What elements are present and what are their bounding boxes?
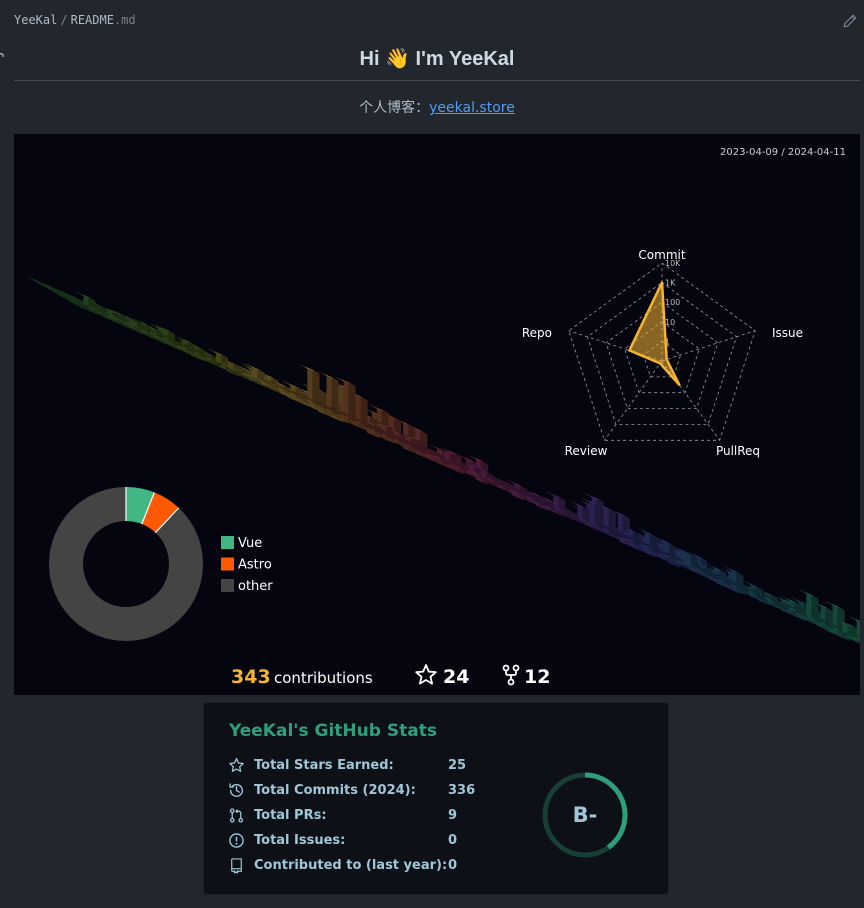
legend-swatch bbox=[221, 557, 234, 571]
stats-title: YeeKal's GitHub Stats bbox=[229, 721, 437, 741]
blog-link[interactable]: yeekal.store bbox=[429, 100, 515, 116]
stat-label: Total Stars Earned: bbox=[254, 758, 394, 773]
title-text-before: Hi bbox=[359, 48, 386, 70]
radar-axis-label: Review bbox=[565, 444, 608, 458]
legend-label: Astro bbox=[238, 558, 272, 573]
donut-slice bbox=[49, 487, 203, 641]
stat-row-commits: Total Commits (2024): 336 bbox=[228, 781, 488, 801]
stat-label: Total PRs: bbox=[254, 808, 327, 823]
radar-scale-label: 1K bbox=[665, 279, 676, 288]
stat-value: 0 bbox=[448, 833, 458, 848]
stat-value: 0 bbox=[448, 858, 458, 873]
stat-row-contributed: Contributed to (last year): 0 bbox=[228, 856, 488, 876]
contributions-label: contributions bbox=[274, 669, 373, 687]
title-text-after: I'm YeeKal bbox=[410, 48, 515, 70]
radar-spoke bbox=[604, 360, 663, 441]
heading-divider bbox=[14, 80, 860, 81]
radar-scale-label: 10 bbox=[665, 318, 675, 327]
file-header: YeeKal / README.md bbox=[0, 0, 864, 40]
stat-value: 336 bbox=[448, 783, 476, 798]
radar-axis-label: PullReq bbox=[716, 444, 760, 458]
contributions-count: 343 bbox=[231, 666, 271, 688]
stat-label: Contributed to (last year): bbox=[254, 858, 448, 873]
github-stats-card: YeeKal's GitHub Stats Total Stars Earned… bbox=[203, 702, 669, 895]
breadcrumb-repo-link[interactable]: YeeKal bbox=[14, 13, 57, 27]
star-icon bbox=[229, 757, 244, 772]
blog-line: 个人博客：yeekal.store bbox=[14, 97, 860, 117]
breadcrumb: YeeKal / README.md bbox=[14, 13, 136, 27]
stars-count: 24 bbox=[443, 666, 469, 688]
legend-label: other bbox=[238, 579, 273, 594]
issue-icon bbox=[229, 833, 244, 848]
stat-value: 9 bbox=[448, 808, 458, 823]
page-title: Hi 👋 I'm YeeKal bbox=[14, 46, 860, 71]
stat-label: Total Commits (2024): bbox=[254, 783, 416, 798]
radar-scale-label: 100 bbox=[665, 298, 680, 307]
contribution-summary: 343 contributions 24 12 bbox=[231, 664, 550, 688]
blog-label: 个人博客： bbox=[359, 100, 430, 116]
radar-axis-label: Repo bbox=[522, 326, 552, 340]
language-legend: Vue Astro other bbox=[221, 536, 273, 594]
history-icon bbox=[229, 783, 244, 797]
breadcrumb-file-ext: .md bbox=[113, 13, 136, 27]
legend-swatch bbox=[221, 579, 234, 592]
activity-radar-chart: 10K1K100101CommitIssuePullReqReviewRepo bbox=[522, 248, 803, 458]
legend-swatch bbox=[221, 536, 234, 549]
stat-row-stars: Total Stars Earned: 25 bbox=[228, 756, 488, 776]
edit-pencil-icon[interactable] bbox=[843, 13, 857, 32]
forks-count: 12 bbox=[524, 666, 550, 688]
breadcrumb-separator: / bbox=[60, 13, 68, 27]
rank-ring: B- bbox=[542, 772, 628, 858]
wave-emoji: 👋 bbox=[385, 48, 410, 70]
language-donut-chart bbox=[49, 487, 203, 641]
rank-grade: B- bbox=[573, 803, 598, 827]
repo-icon bbox=[231, 858, 242, 874]
fork-icon bbox=[502, 664, 520, 686]
pull-request-icon bbox=[229, 808, 244, 823]
stat-row-issues: Total Issues: 0 bbox=[228, 831, 488, 851]
radar-spoke bbox=[661, 330, 756, 362]
radar-axis-label: Commit bbox=[638, 248, 685, 262]
stat-value: 25 bbox=[448, 758, 467, 773]
date-range: 2023-04-09 / 2024-04-11 bbox=[720, 147, 846, 158]
stat-row-prs: Total PRs: 9 bbox=[228, 806, 488, 826]
legend-label: Vue bbox=[238, 536, 262, 551]
profile-3d-contrib-image: 2023-04-09 / 2024-04-11 10K 1K 100 10 1 Commi… bbox=[14, 134, 864, 695]
radar-axis-label: Issue bbox=[772, 326, 803, 340]
star-icon bbox=[415, 664, 437, 685]
breadcrumb-file-name: README bbox=[70, 13, 114, 27]
stat-label: Total Issues: bbox=[254, 833, 346, 848]
anchor-link-icon[interactable] bbox=[0, 52, 6, 67]
